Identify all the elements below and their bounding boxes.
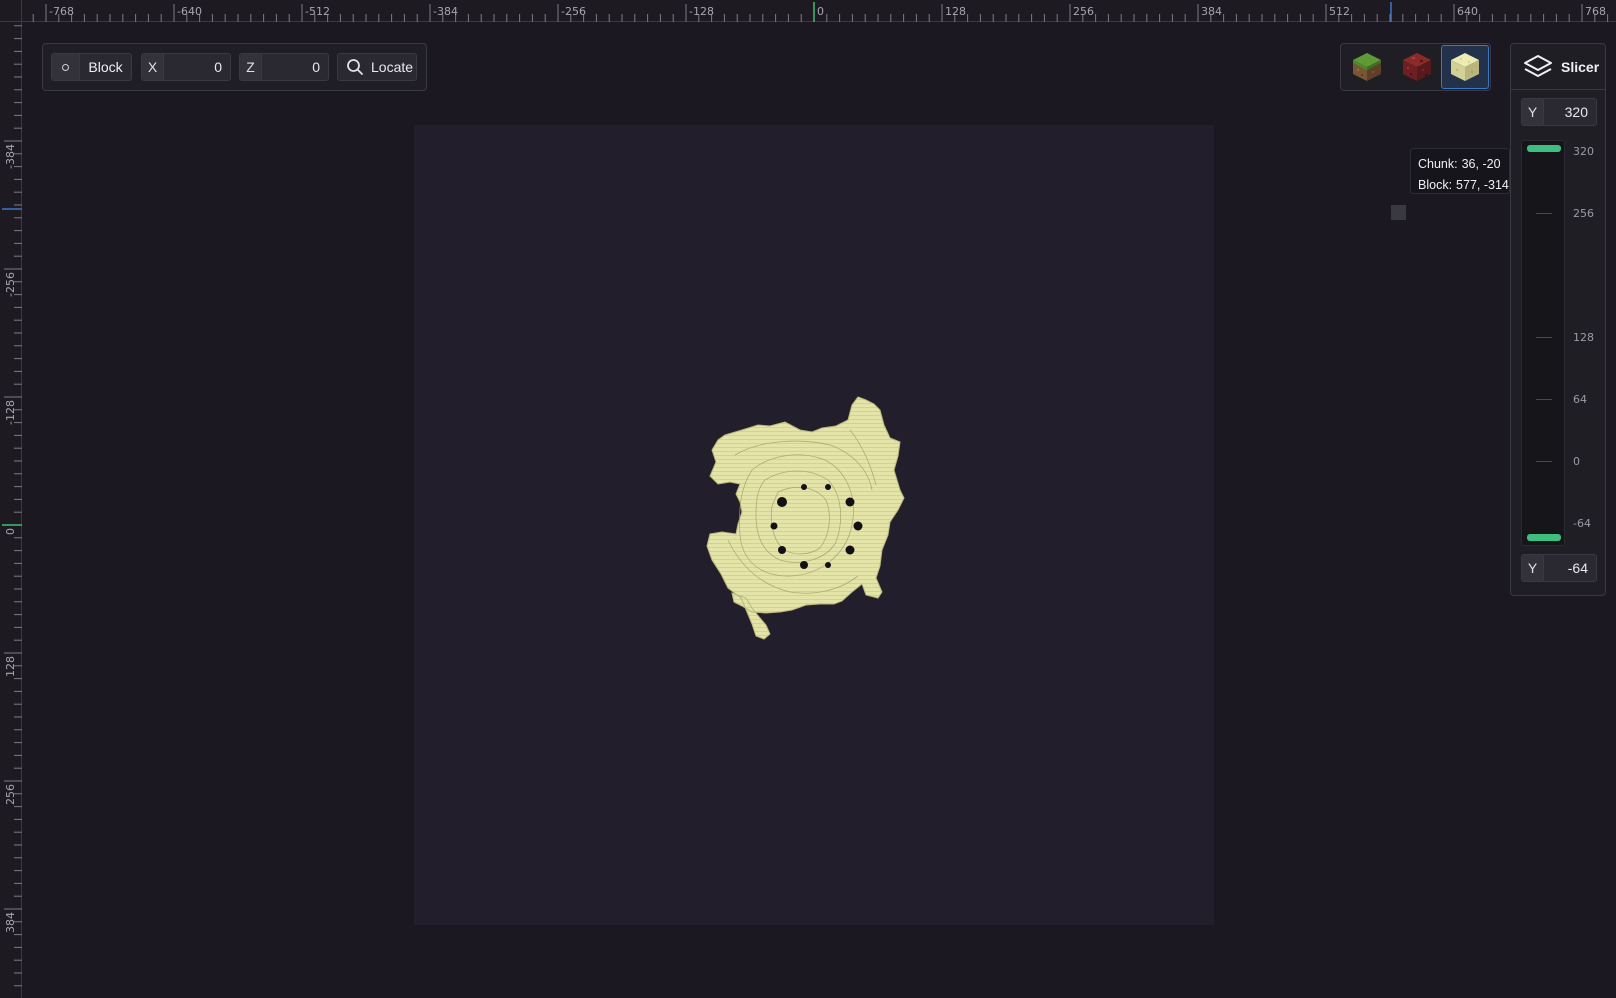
y-max-input[interactable]: 320 [1544, 104, 1596, 120]
pillar [801, 484, 807, 490]
map-viewer: -768 -640 -512 -384 -256 -128 0 128 256 384 512 640… [0, 0, 1616, 998]
end-stone-block-button[interactable] [1441, 45, 1489, 89]
slicer-header[interactable]: Slicer [1511, 44, 1605, 90]
slider-label: 128 [1573, 331, 1594, 344]
z-axis-label: Z [240, 54, 262, 80]
mode-label: Block [88, 59, 123, 75]
coordinate-toolbar: Block X 0 Z 0 Locate [42, 43, 427, 91]
ruler-top-label: 384 [1201, 5, 1222, 18]
slider-tick [1536, 399, 1552, 400]
netherrack-block-button[interactable] [1393, 45, 1441, 89]
search-icon [347, 59, 363, 75]
ruler-left-label: 0 [4, 528, 17, 535]
pillar [825, 484, 831, 490]
pillar [800, 561, 808, 569]
chunk-value: 36, -20 [1461, 157, 1501, 171]
ruler-left-label: 384 [4, 912, 17, 933]
ruler-top-label: 640 [1457, 5, 1478, 18]
locate-label: Locate [371, 59, 414, 75]
slider-tick [1536, 213, 1552, 214]
z-input[interactable]: 0 [262, 59, 328, 75]
y-min-axis-label: Y [1522, 555, 1544, 581]
x-coordinate-field[interactable]: X 0 [141, 53, 231, 81]
y-max-axis-label: Y [1522, 99, 1544, 125]
ruler-left-label: 256 [4, 784, 17, 805]
grass-block-button[interactable] [1343, 45, 1391, 89]
y-max-handle[interactable] [1527, 145, 1561, 152]
block-row: Block: 577, -314 [1418, 175, 1509, 193]
ruler-top-label: 256 [1073, 5, 1094, 18]
pillar [845, 497, 855, 507]
slider-tick [1536, 337, 1552, 338]
ruler-top-label: 768 [1585, 5, 1606, 18]
block-key: Block: [1418, 178, 1453, 192]
ruler-top-label: -768 [49, 5, 74, 18]
ruler-left-label: -256 [4, 272, 17, 297]
y-range-slider[interactable] [1521, 140, 1565, 546]
slider-label: 0 [1573, 455, 1580, 468]
ruler-left-label: -128 [4, 400, 17, 425]
ruler-corner [0, 0, 22, 22]
ruler-top-label: -128 [689, 5, 714, 18]
ruler-top-label: -512 [305, 5, 330, 18]
island-shape [706, 396, 905, 640]
locate-button[interactable]: Locate [337, 53, 417, 81]
end-island-terrain [706, 396, 905, 640]
pillar [825, 562, 831, 568]
ruler-top-label: -640 [177, 5, 202, 18]
slicer-title: Slicer [1561, 58, 1600, 75]
layers-icon [1524, 54, 1552, 77]
y-min-input[interactable]: -64 [1544, 560, 1596, 576]
ruler-top-label: -256 [561, 5, 586, 18]
ruler-top-label: -384 [433, 5, 458, 18]
ruler-top: -768 -640 -512 -384 -256 -128 0 128 256 384 512 640… [0, 0, 1616, 22]
z-coordinate-field[interactable]: Z 0 [239, 53, 329, 81]
ruler-left-label: 128 [4, 656, 17, 677]
cursor-highlight [1391, 205, 1406, 220]
y-min-field[interactable]: Y -64 [1521, 554, 1597, 582]
ruler-top-label: 128 [945, 5, 966, 18]
pillar [853, 521, 863, 531]
circle-dot-icon [52, 54, 80, 80]
chunk-key: Chunk: [1418, 157, 1458, 171]
y-max-field[interactable]: Y 320 [1521, 98, 1597, 126]
slider-tick [1536, 461, 1552, 462]
ruler-left-label: -384 [4, 144, 17, 169]
ruler-top-label: 512 [1329, 5, 1350, 18]
pillar [845, 545, 855, 555]
ruler-top-label: 0 [817, 5, 824, 18]
slider-label: 320 [1573, 145, 1594, 158]
hover-tooltip: Chunk: 36, -20 Block: 577, -314 [1410, 148, 1510, 194]
end-stone-block-icon [1451, 53, 1479, 81]
chunk-row: Chunk: 36, -20 [1418, 154, 1509, 175]
slider-label: -64 [1573, 517, 1591, 530]
slicer-panel: Slicer Y 320 320 256 128 64 0 -64 Y -64 [1510, 43, 1606, 596]
pillar [777, 497, 787, 507]
slider-label: 256 [1573, 207, 1594, 220]
grass-block-icon [1353, 53, 1381, 81]
pillar [778, 546, 786, 554]
y-min-handle[interactable] [1527, 534, 1561, 541]
x-input[interactable]: 0 [164, 59, 230, 75]
x-axis-label: X [142, 54, 164, 80]
pillar [770, 522, 778, 530]
block-value: 577, -314 [1456, 178, 1509, 192]
material-selector [1340, 43, 1491, 91]
slider-label: 64 [1573, 393, 1587, 406]
mode-toggle-button[interactable]: Block [51, 53, 132, 81]
netherrack-block-icon [1403, 53, 1431, 81]
ruler-left: -384 -256 -128 0 128 256 384 [0, 22, 22, 998]
